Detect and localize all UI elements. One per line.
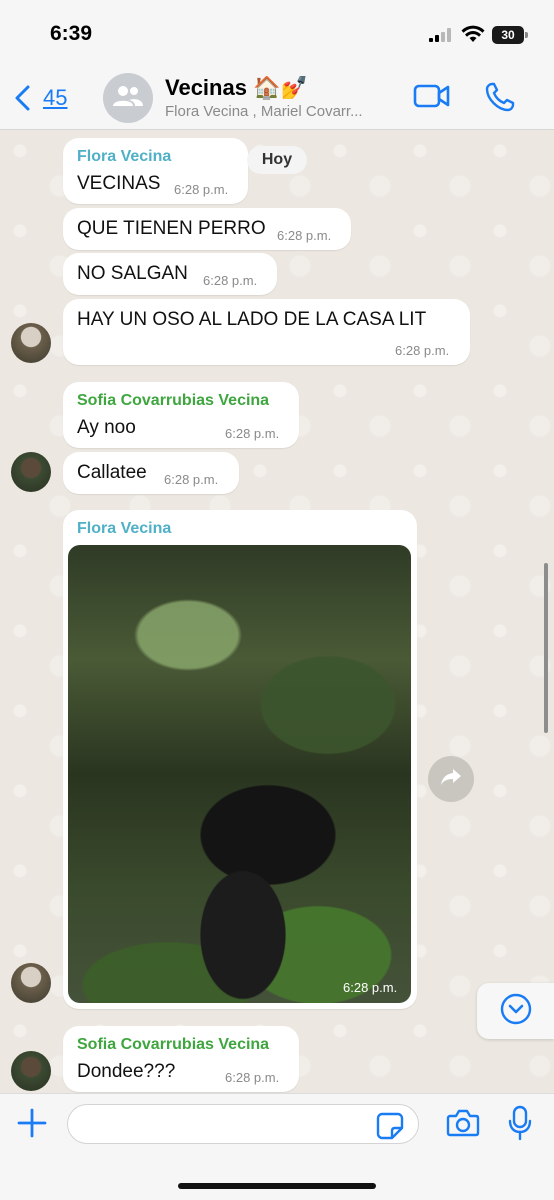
message-time: 6:28 p.m. (395, 343, 450, 358)
message-time: 6:28 p.m. (277, 228, 332, 243)
plus-icon[interactable] (16, 1107, 48, 1144)
chevron-left-icon[interactable] (12, 84, 34, 117)
message-composer (0, 1093, 554, 1200)
avatar-flora[interactable] (11, 323, 51, 363)
message-text: NO SALGAN (77, 263, 188, 284)
scrollbar[interactable] (544, 563, 548, 733)
status-time: 6:39 (50, 22, 93, 45)
message-text: Callatee (77, 462, 147, 483)
message-bubble[interactable]: Callatee 6:28 p.m. (63, 452, 239, 494)
message-time: 6:28 p.m. (203, 273, 258, 288)
group-icon (112, 84, 144, 113)
message-input[interactable] (67, 1104, 419, 1144)
forward-button[interactable] (428, 756, 474, 802)
sticker-icon[interactable] (376, 1112, 404, 1145)
message-text: HAY UN OSO AL LADO DE LA CASA LIT (77, 309, 427, 330)
message-time: 6:28 p.m. (225, 426, 280, 441)
message-time: 6:28 p.m. (164, 472, 219, 487)
message-text: Dondee??? (77, 1061, 176, 1082)
sender-name: Sofia Covarrubias Vecina (77, 1036, 270, 1053)
battery-tip (525, 32, 528, 38)
sender-name: Flora Vecina (77, 520, 172, 537)
sender-name: Sofia Covarrubias Vecina (77, 392, 270, 409)
video-camera-icon[interactable] (413, 83, 451, 114)
forward-arrow-icon (440, 768, 462, 791)
back-unread-count[interactable]: 45 (43, 85, 67, 111)
status-bar: 6:39 30 (0, 0, 554, 66)
scroll-to-bottom-button[interactable] (477, 983, 554, 1039)
chevron-down-icon (500, 993, 532, 1030)
camera-icon[interactable] (446, 1108, 480, 1143)
signal-icon (429, 28, 453, 47)
chat-participants[interactable]: Flora Vecina , Mariel Covarr... (165, 103, 405, 120)
avatar-flora[interactable] (11, 963, 51, 1003)
microphone-icon[interactable] (508, 1105, 532, 1146)
message-bubble[interactable]: QUE TIENEN PERRO 6:28 p.m. (63, 208, 351, 250)
message-bubble[interactable]: HAY UN OSO AL LADO DE LA CASA LIT 6:28 p… (63, 299, 470, 365)
message-time: 6:28 p.m. (174, 182, 229, 197)
group-avatar[interactable] (103, 73, 153, 123)
bear-photo[interactable] (68, 545, 411, 1003)
avatar-sofia[interactable] (11, 452, 51, 492)
message-text: QUE TIENEN PERRO (77, 218, 266, 239)
message-bubble[interactable]: NO SALGAN 6:28 p.m. (63, 253, 277, 295)
message-text: Ay noo (77, 417, 136, 438)
message-bubble[interactable]: Sofia Covarrubias Vecina Dondee??? 6:28 … (63, 1026, 299, 1092)
message-bubble[interactable]: Sofia Covarrubias Vecina Ay noo 6:28 p.m… (63, 382, 299, 448)
sender-name: Flora Vecina (77, 148, 172, 165)
home-indicator[interactable] (178, 1183, 376, 1189)
chat-title[interactable]: Vecinas 🏠💅 (165, 75, 308, 101)
date-separator: Hoy (247, 146, 307, 174)
chat-messages[interactable]: Flora Vecina VECINAS 6:28 p.m. Hoy QUE T… (0, 131, 554, 1093)
avatar-sofia[interactable] (11, 1051, 51, 1091)
message-bubble[interactable]: Flora Vecina VECINAS 6:28 p.m. (63, 138, 248, 204)
chat-header: 45 Vecinas 🏠💅 Flora Vecina , Mariel Cova… (0, 66, 554, 130)
wifi-icon (461, 25, 485, 48)
message-time: 6:28 p.m. (225, 1070, 280, 1085)
battery-indicator: 30 (492, 26, 524, 44)
message-text: VECINAS (77, 173, 161, 194)
message-time: 6:28 p.m. (343, 980, 398, 995)
phone-icon[interactable] (484, 81, 516, 118)
